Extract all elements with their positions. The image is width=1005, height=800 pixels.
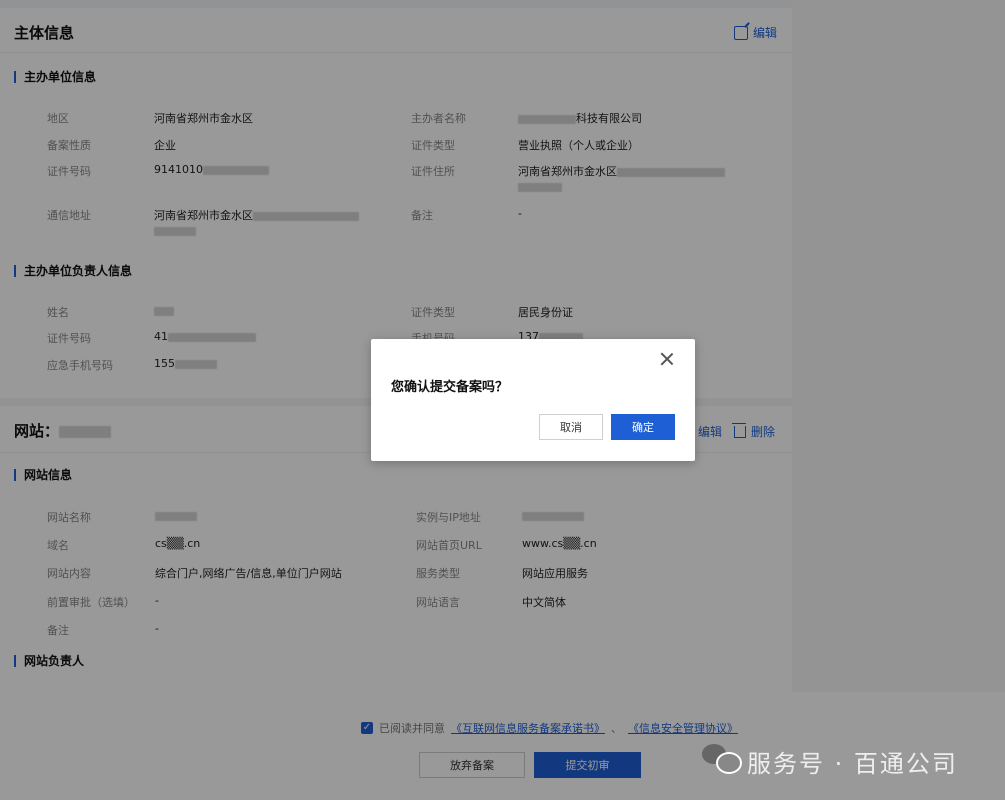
confirm-button[interactable]: 确定	[611, 414, 675, 440]
close-icon[interactable]	[659, 351, 675, 367]
dialog-message: 您确认提交备案吗？	[391, 380, 509, 395]
watermark-text: 服务号 · 百通公司	[747, 750, 958, 778]
confirm-dialog: 您确认提交备案吗？ 取消 确定	[371, 339, 695, 461]
cancel-button[interactable]: 取消	[539, 414, 603, 440]
wechat-icon	[702, 742, 742, 774]
